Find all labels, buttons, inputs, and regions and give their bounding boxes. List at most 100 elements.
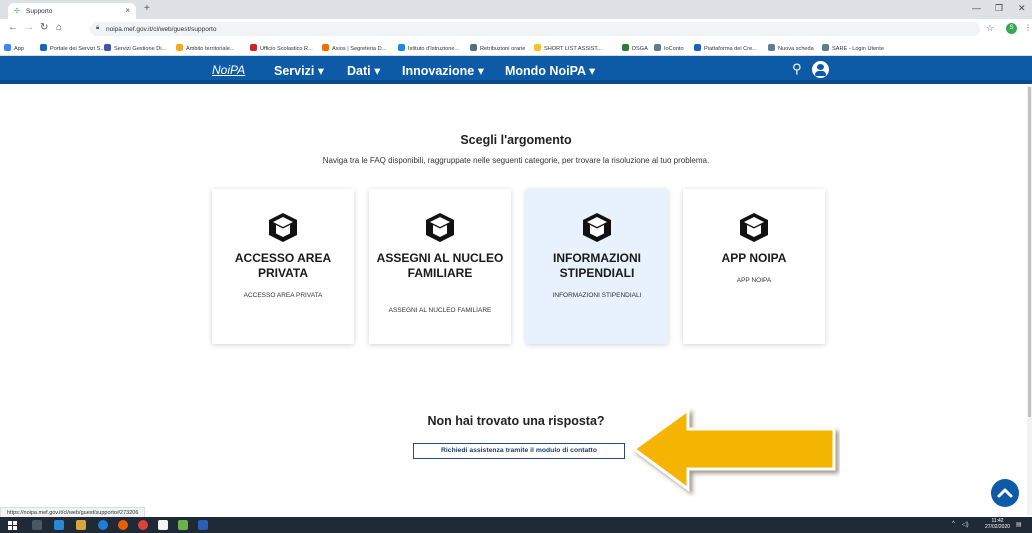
bookmarks-bar: App Portale dei Servizi S... Servizi Gesti… — [0, 39, 1032, 56]
address-bar-row: ← → ↻ ⌂ 🔒︎ noipa.mef.gov.it/cl/web/guest… — [0, 19, 1032, 39]
bookmark-item[interactable]: Ufficio Scolastico R... — [250, 44, 313, 52]
card-title: ASSEGNI AL NUCLEO FAMILIARE — [376, 251, 504, 280]
bookmark-label: Istituto d'Istruzione... — [408, 46, 460, 52]
tab-close-icon[interactable]: × — [125, 6, 130, 15]
nav-innovazione[interactable]: Innovazione ▾ — [402, 63, 484, 78]
bookmark-label: App — [14, 46, 24, 52]
bookmark-favicon-icon — [534, 44, 541, 51]
browser-tab-strip: ✣ Supporto × + — ❐ ✕ — [0, 0, 1032, 19]
clock-date: 27/02/2020 — [985, 524, 1011, 530]
card-subtitle: APP NOIPA — [736, 277, 772, 284]
minimize-icon[interactable]: — — [972, 3, 981, 13]
page-title: Scegli l'argomento — [460, 133, 572, 147]
windows-start-icon[interactable] — [8, 521, 17, 530]
tab-title: Supporto — [26, 8, 53, 15]
bookmark-item[interactable]: Portale dei Servizi S... — [40, 44, 105, 52]
file-explorer-icon[interactable] — [76, 520, 86, 530]
card-title: APP NOIPA — [721, 251, 787, 265]
clock[interactable]: 11:42 27/02/2020 — [985, 518, 1010, 530]
search-icon[interactable]: ⚲ — [792, 61, 802, 77]
bookmark-item[interactable]: App — [4, 44, 24, 52]
bookmark-favicon-icon — [322, 44, 329, 51]
bookmark-item[interactable]: Istituto d'Istruzione... — [398, 44, 459, 52]
browser-tab[interactable]: ✣ Supporto × — [8, 3, 136, 19]
user-icon[interactable] — [812, 61, 829, 78]
nav-mondo-noipa[interactable]: Mondo NoiPA ▾ — [505, 63, 595, 78]
bookmark-item[interactable]: Axios | Segreteria D... — [322, 44, 386, 52]
tab-favicon-icon: ✣ — [14, 8, 20, 15]
firefox-icon[interactable] — [118, 520, 128, 530]
bookmark-item[interactable]: SHORT LIST ASSIST... — [534, 44, 602, 52]
notifications-icon[interactable]: ▤ — [1016, 521, 1022, 528]
volume-icon[interactable]: ◁) — [962, 521, 969, 528]
edge-icon[interactable] — [98, 520, 108, 530]
bookmark-label: Ambito territoriale... — [186, 46, 235, 52]
faq-category-card[interactable]: ACCESSO AREA PRIVATA ACCESSO AREA PRIVATA — [212, 189, 354, 344]
bookmark-label: Piattaforma dei Cre... — [704, 46, 757, 52]
lock-icon: 🔒︎ — [96, 25, 100, 31]
restore-icon[interactable]: ❐ — [995, 3, 1003, 14]
bookmark-favicon-icon — [250, 44, 257, 51]
faq-category-card[interactable]: APP NOIPA APP NOIPA — [683, 189, 825, 344]
bookmark-favicon-icon — [694, 44, 701, 51]
page-scrollbar[interactable] — [1027, 85, 1032, 515]
card-subtitle: ASSEGNI AL NUCLEO FAMILIARE — [388, 307, 492, 314]
nav-servizi[interactable]: Servizi ▾ — [274, 63, 324, 78]
bookmark-label: Ufficio Scolastico R... — [260, 46, 313, 52]
bookmark-item[interactable]: SARE - Login Utente — [822, 44, 884, 52]
app-icon[interactable] — [178, 520, 188, 530]
bookmark-star-icon[interactable]: ☆ — [986, 23, 994, 34]
home-icon[interactable]: ⌂ — [56, 22, 62, 33]
faq-category-card[interactable]: INFORMAZIONI STIPENDIALI INFORMAZIONI STI… — [526, 189, 668, 344]
bookmark-label: Portale dei Servizi S... — [50, 46, 106, 52]
bookmark-label: Servizi Gestione Di... — [114, 46, 167, 52]
box-icon — [269, 213, 297, 242]
app-icon[interactable] — [54, 520, 64, 530]
profile-avatar[interactable]: S — [1006, 23, 1017, 34]
noipa-logo[interactable]: NoiPA — [212, 63, 245, 77]
bookmark-item[interactable]: IoConto — [654, 44, 684, 52]
nav-dati[interactable]: Dati ▾ — [347, 63, 380, 78]
bookmark-item[interactable]: Retribuzioni orarie — [470, 44, 525, 52]
box-icon — [583, 213, 611, 242]
card-title: INFORMAZIONI STIPENDIALI — [553, 251, 641, 280]
bookmark-favicon-icon — [398, 44, 405, 51]
task-view-icon[interactable] — [32, 520, 42, 530]
bookmark-favicon-icon — [40, 44, 47, 51]
address-url[interactable]: noipa.mef.gov.it/cl/web/guest/supporto — [106, 26, 216, 33]
new-tab-button[interactable]: + — [144, 3, 150, 14]
word-icon[interactable] — [198, 520, 208, 530]
logo-text: NoiPA — [212, 63, 246, 77]
bookmark-item[interactable]: Piattaforma dei Cre... — [694, 44, 757, 52]
bookmark-favicon-icon — [470, 44, 477, 51]
not-found-title: Non hai trovato una risposta? — [427, 414, 605, 428]
page-subtitle: Naviga tra le FAQ disponibili, raggruppa… — [322, 156, 710, 165]
back-icon[interactable]: ← — [8, 22, 18, 33]
bookmark-item[interactable]: DSGA — [622, 44, 648, 52]
scroll-top-button[interactable] — [991, 479, 1019, 507]
card-subtitle: INFORMAZIONI STIPENDIALI — [552, 292, 642, 299]
address-bar[interactable]: 🔒︎ noipa.mef.gov.it/cl/web/guest/support… — [90, 22, 980, 36]
bookmark-item[interactable]: Servizi Gestione Di... — [104, 44, 166, 52]
assist-contact-button[interactable]: Richiedi assistenza tramite il modulo di… — [413, 443, 625, 459]
tray-chevron-icon[interactable]: ^ — [952, 521, 955, 527]
forward-icon[interactable]: → — [24, 22, 34, 33]
store-icon[interactable] — [158, 520, 168, 530]
box-icon — [426, 213, 454, 242]
bookmark-favicon-icon — [176, 44, 183, 51]
bookmark-item[interactable]: Nuova scheda — [768, 44, 814, 52]
box-icon — [740, 213, 768, 242]
card-subtitle: ACCESSO AREA PRIVATA — [243, 292, 323, 299]
menu-kebab-icon[interactable]: ⋮ — [1024, 23, 1032, 32]
reload-icon[interactable]: ↻ — [40, 22, 48, 33]
faq-category-card[interactable]: ASSEGNI AL NUCLEO FAMILIARE ASSEGNI AL NU… — [369, 189, 511, 344]
bookmark-label: DSGA — [632, 46, 648, 52]
bookmark-label: Nuova scheda — [778, 46, 814, 52]
bookmark-favicon-icon — [768, 44, 775, 51]
chrome-icon[interactable] — [138, 520, 148, 530]
bookmark-favicon-icon — [654, 44, 661, 51]
bookmark-item[interactable]: Ambito territoriale... — [176, 44, 235, 52]
bookmark-favicon-icon — [104, 44, 111, 51]
close-window-icon[interactable]: ✕ — [1018, 3, 1026, 14]
bookmark-label: Retribuzioni orarie — [480, 46, 526, 52]
